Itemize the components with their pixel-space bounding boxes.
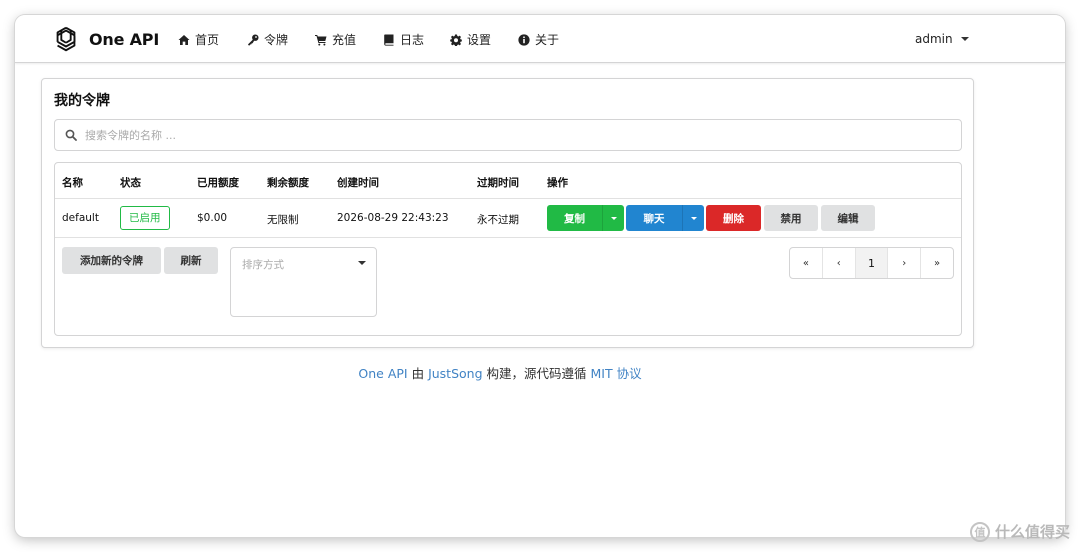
nav-item-label: 设置 [467, 33, 492, 47]
pagination: « ‹ 1 › » [789, 247, 954, 279]
nav-item-label: 令牌 [264, 33, 289, 47]
gear-icon [450, 34, 462, 46]
user-name: admin [915, 32, 953, 46]
footer-text: 由 [407, 366, 429, 381]
cart-icon [315, 34, 327, 46]
footer-text: 构建，源代码遵循 [482, 366, 591, 381]
last-page-button[interactable]: » [921, 248, 953, 278]
column-header-created-time[interactable]: 创建时间 [337, 175, 379, 190]
home-icon [178, 34, 190, 45]
chevron-down-icon [358, 261, 366, 265]
edit-button[interactable]: 编辑 [821, 205, 875, 231]
watermark-logo-icon: 值 [969, 521, 990, 542]
next-page-button[interactable]: › [888, 248, 922, 278]
nav-item-about[interactable]: 关于 [518, 31, 559, 48]
justsong-link[interactable]: JustSong [428, 366, 482, 381]
column-header-expire-time[interactable]: 过期时间 [477, 175, 519, 190]
search-input[interactable] [85, 128, 961, 142]
user-menu[interactable]: admin [915, 32, 969, 46]
column-header-actions: 操作 [547, 177, 568, 189]
table-row: default 已启用 $0.00 无限制 2026-08-29 22:43:2… [55, 199, 961, 238]
chat-button[interactable]: 聊天 [626, 205, 704, 231]
chevron-down-icon [960, 37, 969, 41]
delete-button[interactable]: 删除 [706, 205, 761, 231]
table-header: 名称 状态 已用额度 剩余额度 创建时间 过期时间 操作 [55, 163, 961, 199]
column-header-used-quota[interactable]: 已用额度 [197, 175, 239, 190]
token-name: default [62, 212, 99, 224]
site-footer: One API 由 JustSong 构建，源代码遵循 MIT 协议 [15, 363, 1025, 382]
search-icon [65, 129, 77, 141]
column-header-status[interactable]: 状态 [120, 175, 141, 190]
column-header-remaining-quota[interactable]: 剩余额度 [267, 175, 309, 190]
first-page-button[interactable]: « [790, 248, 823, 278]
nav-item-logs[interactable]: 日志 [383, 31, 424, 48]
brand-name: One API [89, 29, 160, 49]
chat-button-label: 聊天 [643, 212, 665, 225]
mit-license-link[interactable]: MIT 协议 [590, 366, 641, 381]
page-1-button[interactable]: 1 [855, 248, 889, 278]
tokens-table: 名称 状态 已用额度 剩余额度 创建时间 过期时间 操作 default 已启用… [54, 162, 962, 336]
nav-item-settings[interactable]: 设置 [450, 31, 491, 48]
remaining-quota: 无限制 [267, 214, 299, 226]
search-box[interactable] [54, 119, 962, 151]
watermark-text: 什么值得买 [994, 523, 1070, 541]
nav-item-topup[interactable]: 充值 [315, 31, 356, 48]
status-badge: 已启用 [120, 206, 170, 230]
one-api-link[interactable]: One API [358, 366, 407, 381]
created-time: 2026-08-29 22:43:23 [337, 212, 449, 224]
sort-placeholder: 排序方式 [242, 259, 284, 271]
refresh-button[interactable]: 刷新 [164, 247, 218, 274]
nav-item-tokens[interactable]: 令牌 [247, 31, 288, 48]
openai-logo-icon [56, 26, 76, 52]
chat-dropdown-toggle[interactable] [682, 205, 704, 231]
copy-dropdown-toggle[interactable] [602, 205, 624, 231]
key-icon [248, 34, 259, 45]
book-icon [384, 34, 394, 46]
chevron-down-icon [690, 216, 697, 220]
brand[interactable]: One API [51, 24, 159, 54]
nav-item-label: 日志 [400, 33, 425, 47]
column-header-name[interactable]: 名称 [62, 175, 83, 190]
app-window: One API 首页 令牌 充值 日志 设置 关于 admin 我的令牌 搜索令… [15, 15, 1065, 537]
copy-button[interactable]: 复制 [547, 205, 624, 231]
top-navbar: One API 首页 令牌 充值 日志 设置 关于 admin [15, 15, 1065, 63]
sort-dropdown[interactable]: 排序方式 [230, 247, 377, 317]
nav-item-label: 充值 [332, 33, 357, 47]
copy-button-label: 复制 [564, 212, 585, 225]
nav-item-label: 关于 [535, 33, 560, 47]
used-quota: $0.00 [197, 212, 228, 224]
page-title: 我的令牌 [54, 93, 110, 109]
tokens-card: 我的令牌 名称 状态 已用额度 剩余额度 创建时间 过期时间 操作 defaul… [41, 78, 974, 348]
watermark: 值 什么值得买 [969, 521, 1070, 542]
nav-item-home[interactable]: 首页 [178, 31, 219, 48]
info-icon [518, 33, 530, 46]
nav-item-label: 首页 [195, 33, 220, 47]
expire-time: 永不过期 [477, 214, 519, 226]
prev-page-button[interactable]: ‹ [823, 248, 856, 278]
add-token-button[interactable]: 添加新的令牌 [62, 247, 161, 274]
disable-button[interactable]: 禁用 [764, 205, 818, 231]
chevron-down-icon [610, 216, 617, 220]
